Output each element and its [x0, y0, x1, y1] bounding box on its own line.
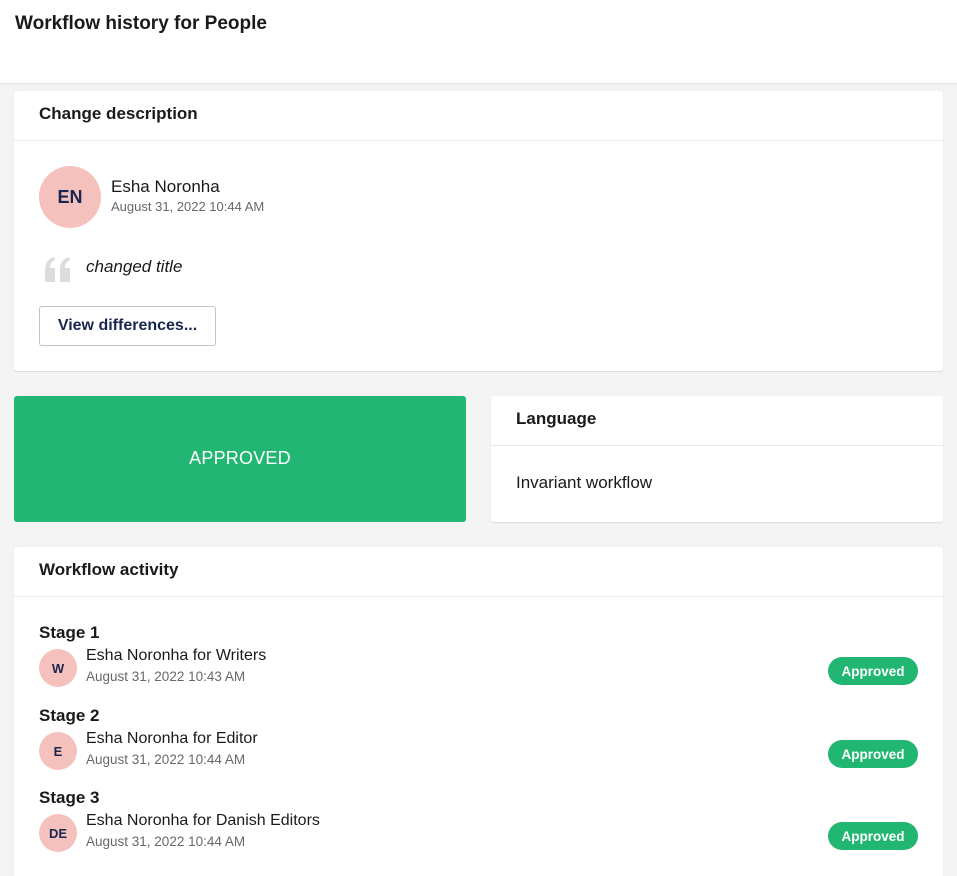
stage-date: August 31, 2022 10:44 AM	[86, 834, 246, 849]
stage-assignee: Esha Noronha for Editor	[86, 730, 258, 747]
status-badge: Approved	[828, 657, 918, 685]
avatar: EN	[39, 166, 101, 228]
stage-date: August 31, 2022 10:43 AM	[86, 669, 246, 684]
avatar: W	[39, 649, 77, 687]
stage-title: Stage 3	[39, 788, 100, 807]
language-header: Language	[491, 396, 943, 446]
status-label: APPROVED	[189, 447, 291, 468]
author-date: August 31, 2022 10:44 AM	[111, 199, 265, 214]
workflow-activity-card: Workflow activity Stage 1 W Esha Noronha…	[14, 547, 943, 876]
stage-assignee: Esha Noronha for Danish Editors	[86, 812, 320, 829]
status-box: APPROVED	[14, 396, 466, 522]
language-card: Language Invariant workflow	[491, 396, 943, 522]
avatar: DE	[39, 814, 77, 852]
change-comment: changed title	[86, 257, 183, 276]
stage-date: August 31, 2022 10:44 AM	[86, 752, 246, 767]
page-title: Workflow history for People	[15, 13, 267, 34]
change-description-card: Change description EN Esha Noronha Augus…	[14, 91, 943, 371]
status-badge: Approved	[828, 740, 918, 768]
avatar: E	[39, 732, 77, 770]
language-value: Invariant workflow	[516, 473, 653, 492]
change-description-header: Change description	[14, 91, 943, 141]
stage-item: Stage 2 E Esha Noronha for Editor August…	[39, 706, 918, 786]
page-header: Workflow history for People	[0, 0, 957, 84]
stage-title: Stage 1	[39, 623, 100, 642]
stage-title: Stage 2	[39, 706, 100, 725]
quote-icon	[45, 257, 70, 282]
status-badge: Approved	[828, 822, 918, 850]
stage-assignee: Esha Noronha for Writers	[86, 647, 267, 664]
stage-item: Stage 1 W Esha Noronha for Writers Augus…	[39, 623, 918, 703]
workflow-activity-header: Workflow activity	[14, 547, 943, 597]
stage-item: Stage 3 DE Esha Noronha for Danish Edito…	[39, 788, 918, 868]
author-name: Esha Noronha	[111, 177, 220, 196]
view-differences-button[interactable]: View differences...	[39, 306, 216, 346]
